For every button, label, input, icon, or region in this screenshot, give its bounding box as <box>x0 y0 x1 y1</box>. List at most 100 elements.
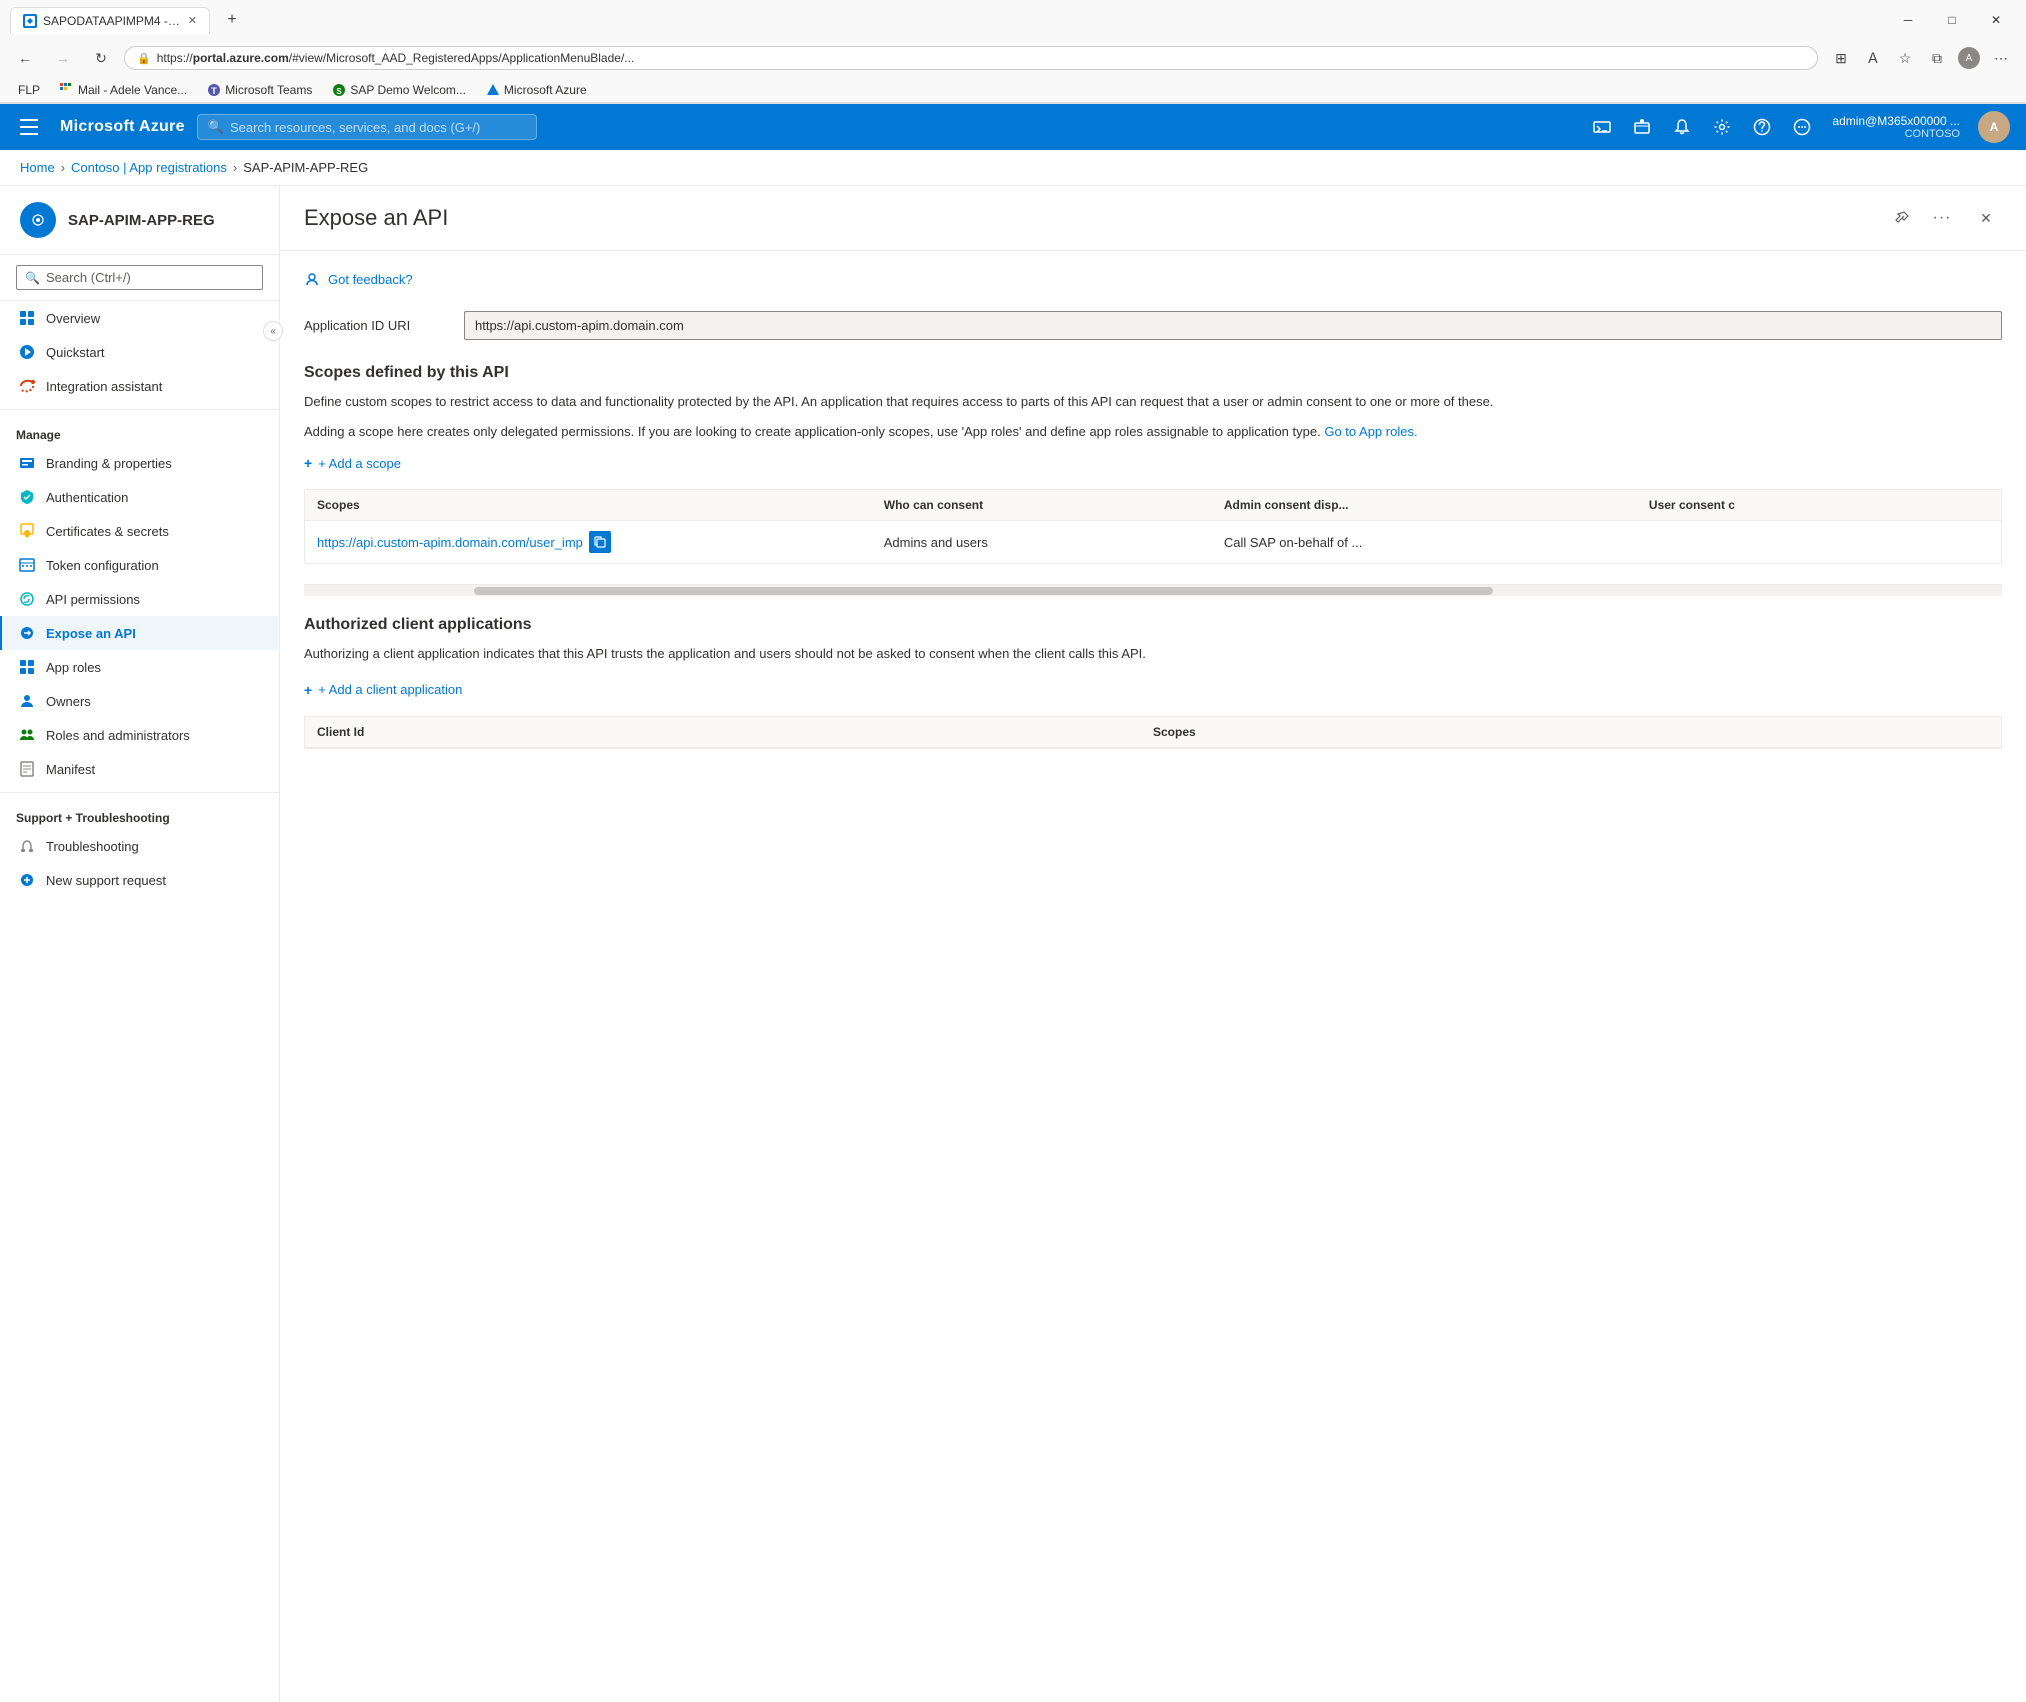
sidebar-item-quickstart[interactable]: Quickstart <box>0 335 279 369</box>
new-support-icon <box>18 871 36 889</box>
new-support-label: New support request <box>46 873 166 888</box>
toolbar-icons: ⊞ Ａ ☆ ⧉ A ⋯ <box>1826 44 2016 72</box>
copy-icon <box>594 536 606 548</box>
sidebar-item-certificates[interactable]: Certificates & secrets <box>0 514 279 548</box>
new-tab-button[interactable]: + <box>218 6 246 34</box>
back-button[interactable]: ← <box>10 44 40 72</box>
close-panel-button[interactable]: ✕ <box>1970 202 2002 234</box>
go-to-app-roles-link[interactable]: Go to App roles. <box>1324 424 1417 439</box>
sidebar-item-new-support[interactable]: New support request <box>0 863 279 897</box>
branding-label: Branding & properties <box>46 456 172 471</box>
table-row: https://api.custom-apim.domain.com/user_… <box>305 521 2001 563</box>
app-roles-label: App roles <box>46 660 101 675</box>
feedback-portal-icon[interactable] <box>1784 109 1820 145</box>
close-window-button[interactable]: ✕ <box>1976 6 2016 34</box>
sidebar-item-token[interactable]: Token configuration <box>0 548 279 582</box>
app-id-uri-input[interactable] <box>464 311 2002 340</box>
browser-titlebar: SAPODATAAPIMPM4 - Microsof... ✕ + ─ □ ✕ <box>0 0 2026 40</box>
scope-link[interactable]: https://api.custom-apim.domain.com/user_… <box>317 535 583 550</box>
sidebar-item-expose-api[interactable]: Expose an API <box>0 616 279 650</box>
add-scope-plus-icon: + <box>304 455 312 471</box>
bookmark-sap[interactable]: S SAP Demo Welcom... <box>324 81 474 99</box>
breadcrumb-app-reg[interactable]: Contoso | App registrations <box>71 160 227 175</box>
pin-button[interactable] <box>1886 202 1918 234</box>
add-client-app-button[interactable]: + + Add a client application <box>304 676 2002 704</box>
owners-label: Owners <box>46 694 91 709</box>
breadcrumb-home[interactable]: Home <box>20 160 55 175</box>
azure-search-bar[interactable]: 🔍 <box>197 114 537 140</box>
sidebar-item-overview[interactable]: Overview <box>0 301 279 335</box>
bookmark-teams[interactable]: T Microsoft Teams <box>199 81 320 99</box>
sidebar-search-input[interactable] <box>46 270 254 285</box>
overview-icon <box>18 309 36 327</box>
more-options-button[interactable]: ··· <box>1926 202 1958 234</box>
clients-table: Client Id Scopes <box>304 716 2002 749</box>
profile-icon[interactable]: A <box>1954 44 1984 72</box>
azure-topbar: Microsoft Azure 🔍 admin@M365x00000 ... C… <box>0 104 2026 150</box>
search-box-inner[interactable]: 🔍 <box>16 265 263 290</box>
bookmarks-bar: FLP Mail - Adele Vance... T Microsoft Te… <box>0 78 2026 103</box>
scope-cell: https://api.custom-apim.domain.com/user_… <box>317 531 884 553</box>
authentication-label: Authentication <box>46 490 128 505</box>
sidebar-item-roles-admin[interactable]: Roles and administrators <box>0 718 279 752</box>
scopes-section: Scopes defined by this API Define custom… <box>304 364 2002 441</box>
support-section-label: Support + Troubleshooting <box>0 799 279 829</box>
certificates-label: Certificates & secrets <box>46 524 169 539</box>
minimize-button[interactable]: ─ <box>1888 6 1928 34</box>
forward-button[interactable]: → <box>48 44 78 72</box>
favorites-icon[interactable]: ☆ <box>1890 44 1920 72</box>
pin-icon <box>1894 210 1910 226</box>
close-tab-button[interactable]: ✕ <box>188 14 197 27</box>
sidebar-item-branding[interactable]: Branding & properties <box>0 446 279 480</box>
sidebar-item-app-roles[interactable]: App roles <box>0 650 279 684</box>
browser-tab[interactable]: SAPODATAAPIMPM4 - Microsof... ✕ <box>10 7 210 34</box>
scopes-horizontal-scrollbar[interactable] <box>304 584 2002 596</box>
sidebar-item-integration[interactable]: Integration assistant <box>0 369 279 403</box>
sidebar-item-api-permissions[interactable]: API permissions <box>0 582 279 616</box>
browser-chrome: SAPODATAAPIMPM4 - Microsof... ✕ + ─ □ ✕ … <box>0 0 2026 104</box>
url-text: https://portal.azure.com/#view/Microsoft… <box>157 51 1805 65</box>
breadcrumb-current: SAP-APIM-APP-REG <box>243 160 368 175</box>
azure-search-input[interactable] <box>230 120 526 135</box>
address-bar[interactable]: 🔒 https://portal.azure.com/#view/Microso… <box>124 46 1818 70</box>
settings-gear-icon[interactable] <box>1704 109 1740 145</box>
sidebar-search-icon: 🔍 <box>25 271 40 285</box>
col-admin-display: Admin consent disp... <box>1224 498 1649 512</box>
refresh-button[interactable]: ↻ <box>86 44 116 72</box>
bookmark-mail[interactable]: Mail - Adele Vance... <box>52 81 195 99</box>
scopes-desc2: Adding a scope here creates only delegat… <box>304 422 2002 442</box>
bookmark-azure[interactable]: Microsoft Azure <box>478 81 595 99</box>
app-name: SAP-APIM-APP-REG <box>68 212 215 229</box>
browser-addressbar: ← → ↻ 🔒 https://portal.azure.com/#view/M… <box>0 40 2026 78</box>
feedback-bar[interactable]: Got feedback? <box>304 271 2002 287</box>
read-aloud-icon[interactable]: Ａ <box>1858 44 1888 72</box>
azure-label: Microsoft Azure <box>504 83 587 97</box>
sidebar-item-owners[interactable]: Owners <box>0 684 279 718</box>
user-avatar[interactable]: A <box>1978 111 2010 143</box>
add-scope-button[interactable]: + + Add a scope <box>304 449 2002 477</box>
sidebar-item-authentication[interactable]: Authentication <box>0 480 279 514</box>
cloud-shell-icon[interactable] <box>1584 109 1620 145</box>
directory-icon[interactable] <box>1624 109 1660 145</box>
collapse-sidebar-button[interactable]: « <box>263 321 283 341</box>
authorized-desc: Authorizing a client application indicat… <box>304 644 2002 664</box>
col-consent: Who can consent <box>884 498 1224 512</box>
copy-scope-button[interactable] <box>589 531 611 553</box>
maximize-button[interactable]: □ <box>1932 6 1972 34</box>
sidebar-item-manifest[interactable]: Manifest <box>0 752 279 786</box>
hamburger-menu[interactable] <box>16 111 48 143</box>
sidebar-item-troubleshooting[interactable]: Troubleshooting <box>0 829 279 863</box>
scrollbar-thumb[interactable] <box>474 587 1493 595</box>
url-path: /#view/Microsoft_AAD_RegisteredApps/Appl… <box>289 51 635 65</box>
bookmark-flp[interactable]: FLP <box>10 81 48 99</box>
col-scopes: Scopes <box>1153 725 1989 739</box>
lock-icon: 🔒 <box>137 52 151 65</box>
collections-icon[interactable]: ⧉ <box>1922 44 1952 72</box>
notifications-icon[interactable] <box>1664 109 1700 145</box>
scopes-table-header: Scopes Who can consent Admin consent dis… <box>305 490 2001 521</box>
settings-icon[interactable]: ⋯ <box>1986 44 2016 72</box>
feedback-text: Got feedback? <box>328 272 413 287</box>
help-icon[interactable] <box>1744 109 1780 145</box>
scopes-desc1: Define custom scopes to restrict access … <box>304 392 2002 412</box>
tab-search-icon[interactable]: ⊞ <box>1826 44 1856 72</box>
